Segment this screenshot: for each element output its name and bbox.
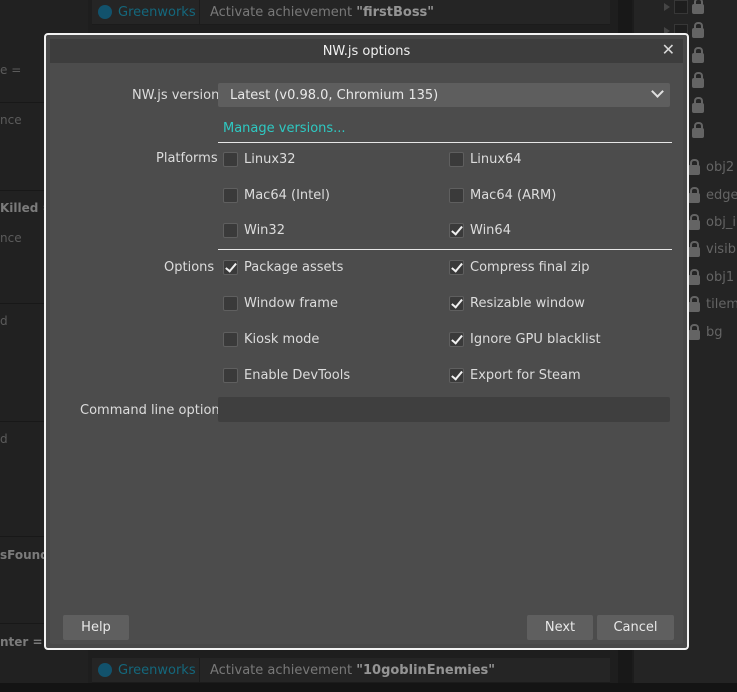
cancel-button[interactable]: Cancel — [597, 615, 674, 640]
checkbox-window-frame[interactable]: Window frame — [223, 296, 338, 311]
nwjs-version-label: NW.js version — [132, 88, 220, 103]
checkbox-linux32[interactable]: Linux32 — [223, 152, 296, 167]
checkbox-compress-final-zip[interactable]: Compress final zip — [449, 260, 590, 275]
checkbox-mac64-arm[interactable]: Mac64 (ARM) — [449, 188, 556, 203]
checkbox-box[interactable] — [449, 188, 464, 203]
checkbox-ignore-gpu-blacklist[interactable]: Ignore GPU blacklist — [449, 332, 601, 347]
manage-versions-link[interactable]: Manage versions... — [223, 121, 346, 136]
checkbox-box[interactable] — [449, 296, 464, 311]
dialog-body: NW.js options ✕ NW.js version Latest (v0… — [50, 39, 683, 644]
checkbox-win32[interactable]: Win32 — [223, 223, 285, 238]
checkbox-linux64[interactable]: Linux64 — [449, 152, 522, 167]
chevron-down-icon — [651, 85, 664, 98]
checkbox-label: Mac64 (Intel) — [244, 188, 330, 203]
checkbox-kiosk-mode[interactable]: Kiosk mode — [223, 332, 319, 347]
dialog-titlebar[interactable]: NW.js options ✕ — [50, 39, 683, 63]
checkbox-label: Linux64 — [470, 152, 522, 167]
checkbox-box[interactable] — [223, 332, 238, 347]
command-line-input[interactable] — [218, 397, 670, 422]
checkbox-label: Window frame — [244, 296, 338, 311]
checkbox-box[interactable] — [449, 368, 464, 383]
next-button[interactable]: Next — [527, 615, 593, 640]
checkbox-label: Ignore GPU blacklist — [470, 332, 601, 347]
close-icon[interactable]: ✕ — [662, 41, 675, 59]
nwjs-options-dialog: NW.js options ✕ NW.js version Latest (v0… — [44, 33, 689, 650]
checkbox-box[interactable] — [223, 260, 238, 275]
checkbox-label: Kiosk mode — [244, 332, 320, 347]
checkbox-box[interactable] — [223, 223, 238, 238]
checkbox-box[interactable] — [223, 152, 238, 167]
checkbox-enable-devtools[interactable]: Enable DevTools — [223, 368, 350, 383]
checkbox-package-assets[interactable]: Package assets — [223, 260, 343, 275]
checkbox-label: Package assets — [244, 260, 344, 275]
checkbox-label: Enable DevTools — [244, 368, 351, 383]
checkbox-label: Win64 — [470, 223, 511, 238]
checkbox-label: Linux32 — [244, 152, 296, 167]
checkbox-win64[interactable]: Win64 — [449, 223, 511, 238]
checkbox-export-for-steam[interactable]: Export for Steam — [449, 368, 581, 383]
checkbox-box[interactable] — [449, 260, 464, 275]
command-line-label: Command line options — [80, 403, 227, 418]
checkbox-box[interactable] — [223, 368, 238, 383]
divider — [218, 249, 672, 250]
divider — [218, 142, 672, 143]
options-label: Options — [164, 260, 215, 275]
checkbox-box[interactable] — [449, 332, 464, 347]
nwjs-version-select[interactable]: Latest (v0.98.0, Chromium 135) — [218, 83, 670, 107]
checkbox-label: Export for Steam — [470, 368, 581, 383]
dialog-title: NW.js options — [322, 43, 411, 59]
nwjs-version-value: Latest (v0.98.0, Chromium 135) — [230, 87, 439, 103]
platforms-label: Platforms — [156, 151, 218, 166]
help-button[interactable]: Help — [63, 615, 129, 640]
checkbox-mac64-intel[interactable]: Mac64 (Intel) — [223, 188, 330, 203]
checkbox-box[interactable] — [223, 188, 238, 203]
checkbox-label: Compress final zip — [470, 260, 590, 275]
checkbox-box[interactable] — [449, 223, 464, 238]
checkbox-label: Resizable window — [470, 296, 585, 311]
checkbox-label: Win32 — [244, 223, 285, 238]
checkbox-box[interactable] — [449, 152, 464, 167]
checkbox-resizable-window[interactable]: Resizable window — [449, 296, 585, 311]
checkbox-box[interactable] — [223, 296, 238, 311]
checkbox-label: Mac64 (ARM) — [470, 188, 557, 203]
